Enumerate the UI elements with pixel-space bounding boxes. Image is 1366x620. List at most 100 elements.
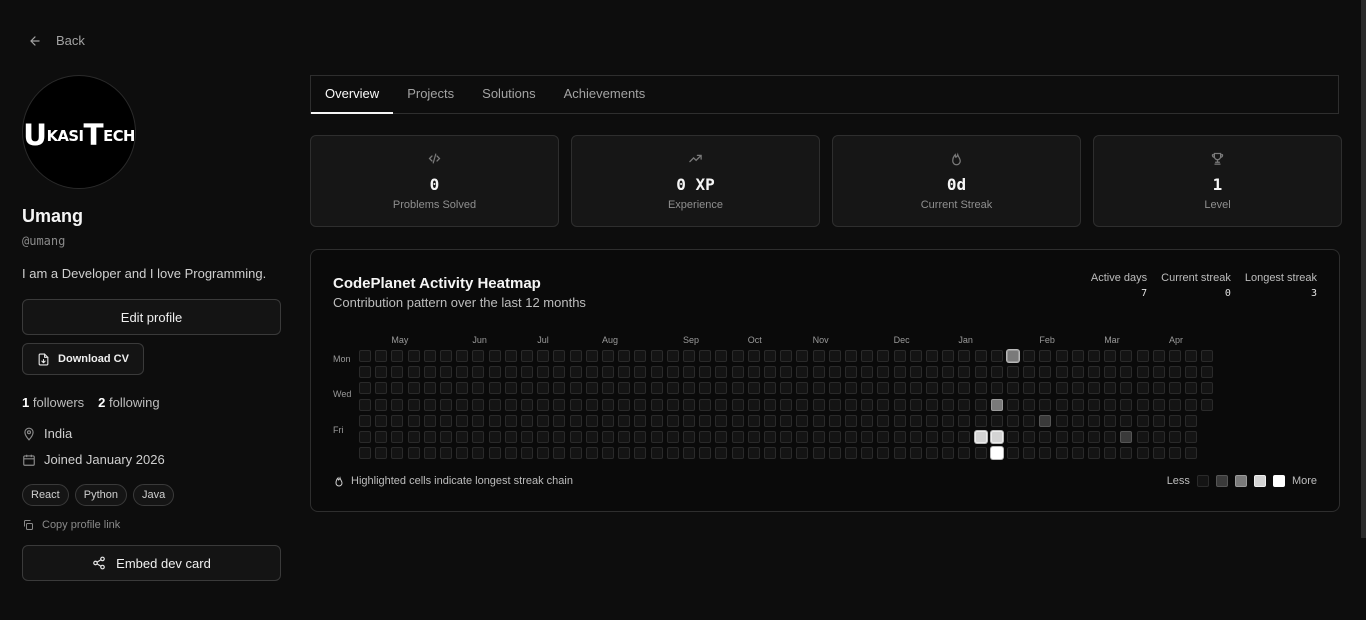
heatmap-cell — [650, 431, 663, 443]
heatmap-cell — [407, 398, 420, 411]
back-link[interactable]: Back — [28, 33, 85, 48]
ukasitech-logo: UKASITECH — [23, 118, 135, 152]
heatmap-cell — [1007, 398, 1019, 411]
heatmap-cell — [569, 382, 582, 395]
heatmap-cell — [893, 350, 906, 362]
heatmap-cell — [877, 366, 890, 379]
copy-profile-link[interactable]: Copy profile link — [22, 519, 281, 531]
heatmap-cell — [537, 414, 550, 427]
heatmap-cell — [1088, 382, 1100, 395]
followers-link[interactable]: 1 followers — [22, 395, 84, 410]
heatmap-cell — [1185, 350, 1198, 362]
heatmap-cell — [472, 414, 485, 427]
heatmap-cell — [828, 398, 841, 411]
heatmap-cell — [666, 447, 679, 460]
following-label: following — [109, 395, 160, 410]
heatmap-cell — [407, 431, 420, 443]
page-scrollbar[interactable] — [1361, 0, 1366, 538]
heatmap-cell — [1023, 350, 1036, 362]
heatmap-cell — [618, 350, 631, 362]
heatmap-cell — [359, 431, 371, 443]
back-label: Back — [56, 33, 85, 48]
heatmap-cell — [1169, 350, 1181, 362]
heatmap-cell — [1169, 431, 1181, 443]
stat-label: Current Streak — [920, 199, 993, 211]
heatmap-cell — [634, 447, 647, 460]
heatmap-cell — [942, 447, 955, 460]
heatmap-note-text: Highlighted cells indicate longest strea… — [351, 475, 573, 487]
month-label: Feb — [1039, 335, 1055, 345]
heatmap-cell — [1023, 366, 1036, 379]
embed-dev-card-button[interactable]: Embed dev card — [22, 545, 281, 581]
heatmap-cell — [861, 366, 874, 379]
heatmap-cell — [1185, 414, 1198, 427]
heatmap-cell — [747, 350, 760, 362]
heatmap-cell — [666, 382, 679, 395]
heatmap-cell — [974, 431, 987, 443]
legend-less-label: Less — [1166, 475, 1190, 487]
heatmap-cell — [650, 414, 663, 427]
heatmap-cell — [569, 350, 582, 362]
stat-card-level: 1 Level — [1093, 135, 1342, 227]
heatmap-cell — [1088, 398, 1100, 411]
download-cv-button[interactable]: Download CV — [22, 343, 144, 375]
heatmap-cell — [1071, 366, 1084, 379]
tab-achievements[interactable]: Achievements — [550, 76, 660, 114]
skill-tag: React — [22, 484, 69, 506]
heatmap-cell — [488, 431, 501, 443]
heatmap-cell — [683, 366, 695, 379]
longest-streak-stat: Longest streak 3 — [1245, 272, 1317, 299]
profile-bio: I am a Developer and I love Programming. — [22, 266, 267, 281]
file-download-icon — [38, 353, 49, 365]
heatmap-cell — [942, 382, 955, 395]
heatmap-cell — [537, 398, 550, 411]
skill-tags: React Python Java — [22, 484, 281, 506]
heatmap-cell — [440, 414, 452, 427]
heatmap-cell — [618, 398, 631, 411]
heatmap-cell — [683, 382, 695, 395]
heatmap-cell — [456, 447, 469, 460]
heatmap-cell — [812, 414, 825, 427]
heatmap-cell — [1055, 398, 1068, 411]
tab-overview[interactable]: Overview — [311, 76, 394, 114]
heatmap-cell — [375, 414, 388, 427]
heatmap-cell — [1185, 398, 1198, 411]
heatmap-cell — [666, 366, 679, 379]
heatmap-cell — [683, 431, 695, 443]
heatmap-cell — [602, 382, 614, 395]
edit-profile-button[interactable]: Edit profile — [22, 299, 281, 335]
heatmap-cell — [634, 350, 647, 362]
heatmap-cell — [893, 382, 906, 395]
heatmap-cell — [764, 382, 776, 395]
heatmap-cell — [780, 350, 793, 362]
heatmap-cell — [683, 447, 695, 460]
heatmap-cell — [423, 431, 436, 443]
heatmap-cell — [812, 366, 825, 379]
heatmap-cell — [1088, 366, 1100, 379]
heatmap-cell — [521, 398, 533, 411]
heatmap-cell — [488, 414, 501, 427]
heatmap-cell — [764, 431, 776, 443]
heatmap-cell — [423, 382, 436, 395]
heatmap-cell — [1185, 366, 1198, 379]
heatmap-cell — [1039, 382, 1052, 395]
heatmap-cell — [602, 398, 614, 411]
current-streak-stat: Current streak 0 — [1161, 272, 1231, 299]
location-text: India — [44, 426, 73, 441]
heatmap-cell — [1104, 398, 1117, 411]
tab-solutions[interactable]: Solutions — [468, 76, 549, 114]
heatmap-cell — [731, 382, 744, 395]
following-link[interactable]: 2 following — [98, 395, 159, 410]
legend-swatch-3 — [1253, 475, 1266, 487]
tab-projects[interactable]: Projects — [393, 76, 468, 114]
stat-label: Problems Solved — [392, 199, 477, 211]
heatmap-cell — [375, 382, 388, 395]
heatmap-cell — [488, 350, 501, 362]
day-label: Fri — [333, 425, 344, 435]
heatmap-cell — [796, 382, 809, 395]
heatmap-cell — [1055, 382, 1068, 395]
heatmap-cell — [877, 414, 890, 427]
heatmap-cell — [650, 350, 663, 362]
month-label: Dec — [893, 335, 910, 345]
heatmap-cell — [715, 382, 728, 395]
